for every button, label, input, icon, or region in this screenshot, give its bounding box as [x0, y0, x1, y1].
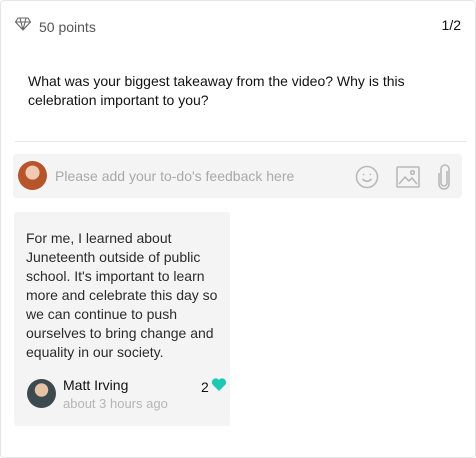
heart-icon[interactable]	[211, 377, 227, 397]
author-name[interactable]: Matt Irving	[63, 377, 128, 393]
points-label: 50 points	[39, 18, 96, 35]
like-button[interactable]: 2	[201, 377, 227, 397]
question-text: What was your biggest takeaway from the …	[28, 73, 405, 108]
author-avatar[interactable]	[27, 379, 56, 408]
divider	[15, 141, 467, 142]
avatar	[18, 161, 47, 190]
comment-text: For me, I learned about Juneteenth outsi…	[26, 230, 218, 360]
card-header: 50 points 1/2	[14, 15, 461, 39]
like-count: 2	[201, 379, 209, 395]
points-indicator: 50 points	[14, 17, 96, 36]
comment-timestamp: about 3 hours ago	[63, 396, 168, 411]
page-indicator: 1/2	[441, 17, 461, 33]
question-card: 50 points 1/2 What was your biggest take…	[0, 0, 476, 458]
diamond-icon	[14, 17, 32, 36]
emoji-icon[interactable]	[354, 164, 380, 190]
feedback-input[interactable]	[55, 166, 345, 186]
attachment-icon[interactable]	[431, 164, 457, 190]
comment-card: For me, I learned about Juneteenth outsi…	[14, 212, 230, 426]
feedback-bar	[13, 154, 462, 198]
image-icon[interactable]	[395, 164, 421, 190]
